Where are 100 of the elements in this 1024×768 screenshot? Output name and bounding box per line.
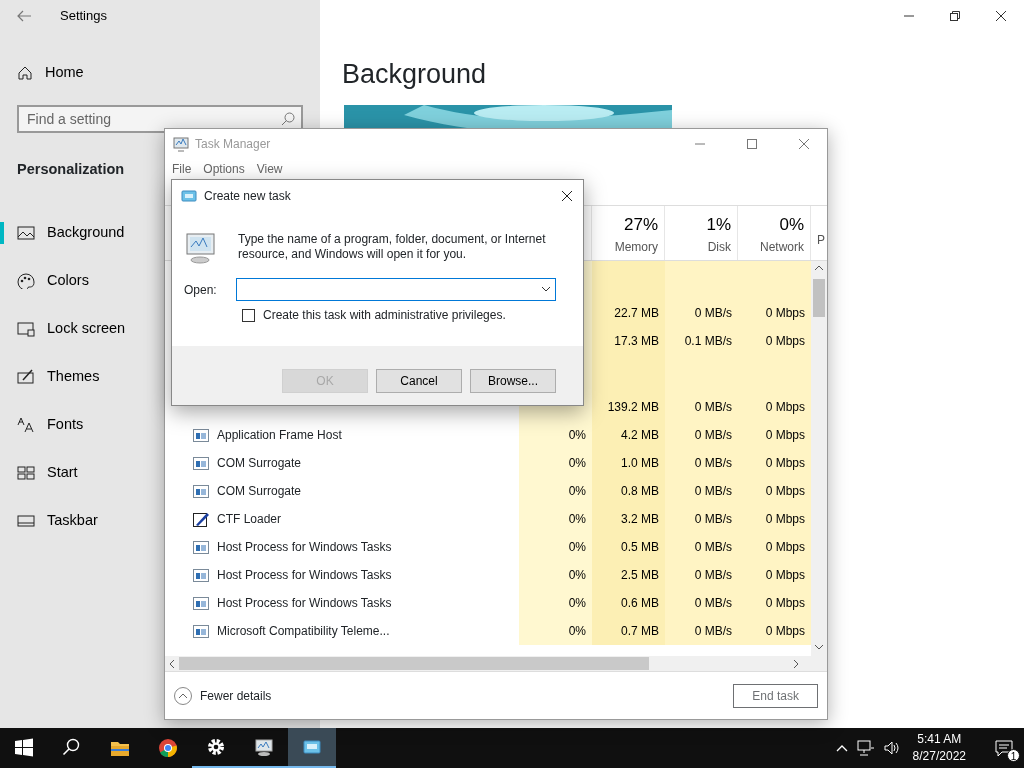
network-icon[interactable] xyxy=(856,740,875,756)
gear-icon xyxy=(206,737,226,757)
process-name: Application Frame Host xyxy=(217,427,342,444)
table-cell: 0 Mbps xyxy=(738,505,811,533)
font-icon xyxy=(17,417,35,433)
taskbar-icon xyxy=(17,513,35,529)
window-icon xyxy=(193,624,209,638)
monitor-icon xyxy=(184,231,218,265)
fewer-details-link[interactable]: Fewer details xyxy=(200,686,272,705)
checkbox-label: Create this task with administrative privileges. xyxy=(263,307,506,324)
table-cell: 4.2 MB xyxy=(592,421,665,449)
dialog-button[interactable]: Cancel xyxy=(376,368,462,393)
table-cell: 3.2 MB xyxy=(592,505,665,533)
table-cell: 0% xyxy=(519,449,592,477)
search-field[interactable]: Find a setting xyxy=(17,105,303,133)
table-cell: 0% xyxy=(519,505,592,533)
table-cell: 0 Mbps xyxy=(738,477,811,505)
dialog-message: Type the name of a program, folder, document, or Internet resource, and Windows will open it for you. xyxy=(237,231,547,263)
clock[interactable]: 5:41 AM 8/27/2022 xyxy=(908,731,970,765)
volume-icon[interactable] xyxy=(882,740,901,756)
menu-item[interactable]: View xyxy=(251,160,288,178)
monitor-icon xyxy=(254,737,274,757)
column-header[interactable]: 0% Network xyxy=(738,206,811,260)
table-cell: 0 MB/s xyxy=(665,449,738,477)
process-name: Microsoft Compatibility Teleme... xyxy=(217,623,390,640)
window-icon xyxy=(193,428,209,442)
dialog-title: Create new task xyxy=(204,187,292,205)
field-label: Open: xyxy=(184,281,218,299)
table-cell: 17.3 MB xyxy=(592,327,665,355)
run-icon xyxy=(181,188,197,203)
picture-icon xyxy=(17,225,35,241)
window-title: Settings xyxy=(60,7,107,26)
process-name: COM Surrogate xyxy=(217,483,302,500)
browser-icon xyxy=(158,738,178,758)
table-cell: 0 Mbps xyxy=(738,327,811,355)
scrollbar-thumb[interactable] xyxy=(179,657,649,670)
window-title: Task Manager xyxy=(195,136,272,153)
window-icon xyxy=(193,596,209,610)
table-cell: 22.7 MB xyxy=(592,299,665,327)
table-cell: 0 Mbps xyxy=(738,449,811,477)
checkbox[interactable] xyxy=(242,308,255,322)
section-heading: Personalization xyxy=(17,161,125,177)
window-icon xyxy=(193,484,209,498)
table-cell: 0 MB/s xyxy=(665,477,738,505)
page-title: Background xyxy=(342,59,487,89)
table-cell: 0.1 MB/s xyxy=(665,327,738,355)
close-icon[interactable] xyxy=(562,190,572,201)
table-cell: 1.0 MB xyxy=(592,449,665,477)
close-icon[interactable] xyxy=(996,11,1006,21)
back-icon[interactable] xyxy=(16,8,32,24)
table-cell: 0 MB/s xyxy=(665,589,738,617)
table-cell: 0 MB/s xyxy=(665,393,738,421)
start-icon xyxy=(14,738,34,758)
table-cell: 0 MB/s xyxy=(665,617,738,645)
table-cell: 0% xyxy=(519,561,592,589)
window-icon xyxy=(193,456,209,470)
table-cell: 0 MB/s xyxy=(665,561,738,589)
table-cell: 0 MB/s xyxy=(665,299,738,327)
brush-icon xyxy=(17,369,35,385)
search-icon xyxy=(281,112,295,126)
column-header[interactable]: P xyxy=(817,231,825,249)
table-cell: 0% xyxy=(519,533,592,561)
table-cell: 0 Mbps xyxy=(738,421,811,449)
table-cell: 0 MB/s xyxy=(665,421,738,449)
collapse-icon[interactable] xyxy=(174,686,192,705)
column-header[interactable]: 27% Memory xyxy=(592,206,665,260)
column-header[interactable]: 1% Disk xyxy=(665,206,738,260)
table-cell: 0.7 MB xyxy=(592,617,665,645)
home-link[interactable]: Home xyxy=(45,62,84,84)
restore-icon[interactable] xyxy=(950,11,960,21)
process-name: Host Process for Windows Tasks xyxy=(217,567,392,584)
open-combo-box[interactable] xyxy=(236,278,556,301)
palette-icon xyxy=(17,273,35,289)
table-cell: 0.5 MB xyxy=(592,533,665,561)
window-icon xyxy=(193,568,209,582)
menu-item[interactable]: File xyxy=(167,160,197,178)
pen-icon xyxy=(193,511,209,527)
table-cell: 139.2 MB xyxy=(592,393,665,421)
dialog-button[interactable]: Browse... xyxy=(470,368,556,393)
table-cell: 0 Mbps xyxy=(738,561,811,589)
table-cell: 0.6 MB xyxy=(592,589,665,617)
window-icon xyxy=(193,540,209,554)
menu-item[interactable]: Options xyxy=(198,160,250,178)
maximize-icon[interactable] xyxy=(747,139,757,149)
table-cell: 0% xyxy=(519,617,592,645)
scrollbar-thumb[interactable] xyxy=(813,279,825,317)
home-icon[interactable] xyxy=(17,65,33,81)
table-cell: 0 Mbps xyxy=(738,299,811,327)
taskbar-button[interactable] xyxy=(288,728,336,768)
table-cell: 0% xyxy=(519,477,592,505)
process-name: Host Process for Windows Tasks xyxy=(217,539,392,556)
notification-badge: 1 xyxy=(1007,749,1020,762)
table-cell: 0 MB/s xyxy=(665,533,738,561)
table-cell: 0 Mbps xyxy=(738,589,811,617)
table-cell: 0.8 MB xyxy=(592,477,665,505)
table-cell: 0 Mbps xyxy=(738,393,811,421)
search-icon xyxy=(62,738,82,758)
lock-screen-icon xyxy=(17,321,35,337)
process-name: COM Surrogate xyxy=(217,455,302,472)
run-icon xyxy=(302,737,322,757)
